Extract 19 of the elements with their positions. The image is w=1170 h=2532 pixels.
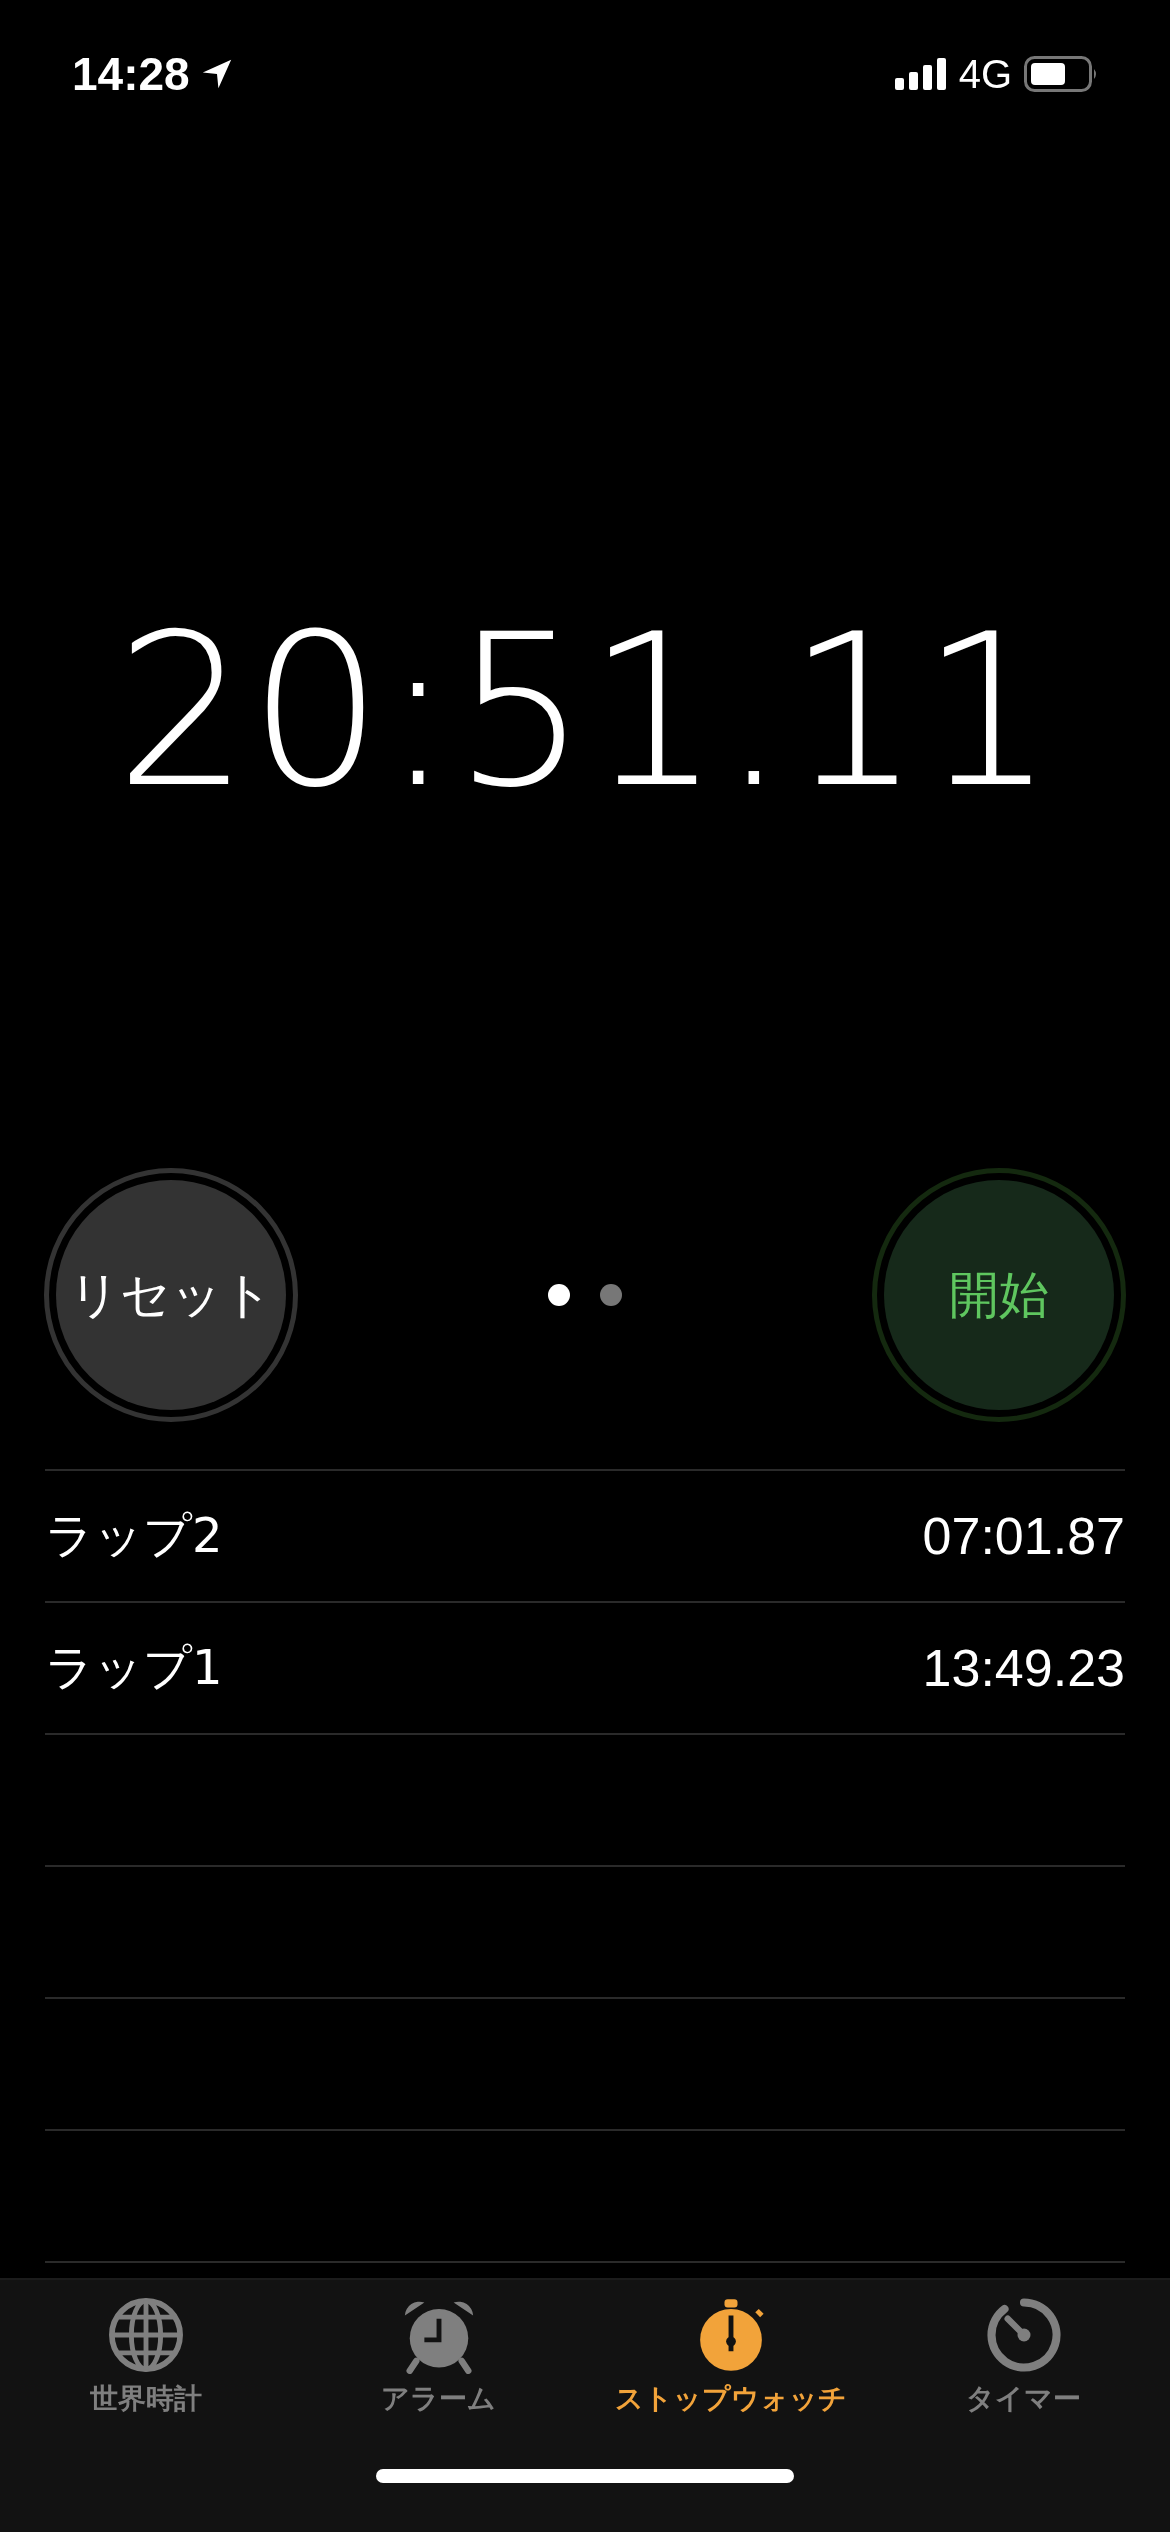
start-button[interactable]: 開始 xyxy=(884,1180,1114,1410)
battery-icon xyxy=(1024,56,1098,92)
page-dot[interactable] xyxy=(548,1284,570,1306)
lap-time: 07:01.87 xyxy=(922,1506,1125,1566)
tab[interactable]: 世界時計 xyxy=(0,2280,293,2420)
reset-button[interactable]: リセット xyxy=(56,1180,286,1410)
network-label: 4G xyxy=(958,51,1012,97)
tab[interactable]: ストップウォッチ xyxy=(585,2280,878,2420)
globe-icon xyxy=(107,2296,186,2374)
lap-label: ラップ2 xyxy=(45,1506,223,1565)
page-dot[interactable] xyxy=(600,1284,622,1306)
stopwatch-time: 20:51.11 xyxy=(115,606,1055,817)
lap-label: ラップ1 xyxy=(45,1638,223,1697)
timer-icon xyxy=(984,2296,1063,2374)
status-time: 14:28 xyxy=(72,47,190,101)
tab[interactable]: タイマー xyxy=(877,2280,1170,2420)
signal-icon xyxy=(894,58,947,90)
lap-time: 13:49.23 xyxy=(922,1638,1125,1698)
tab[interactable]: アラーム xyxy=(292,2280,585,2420)
